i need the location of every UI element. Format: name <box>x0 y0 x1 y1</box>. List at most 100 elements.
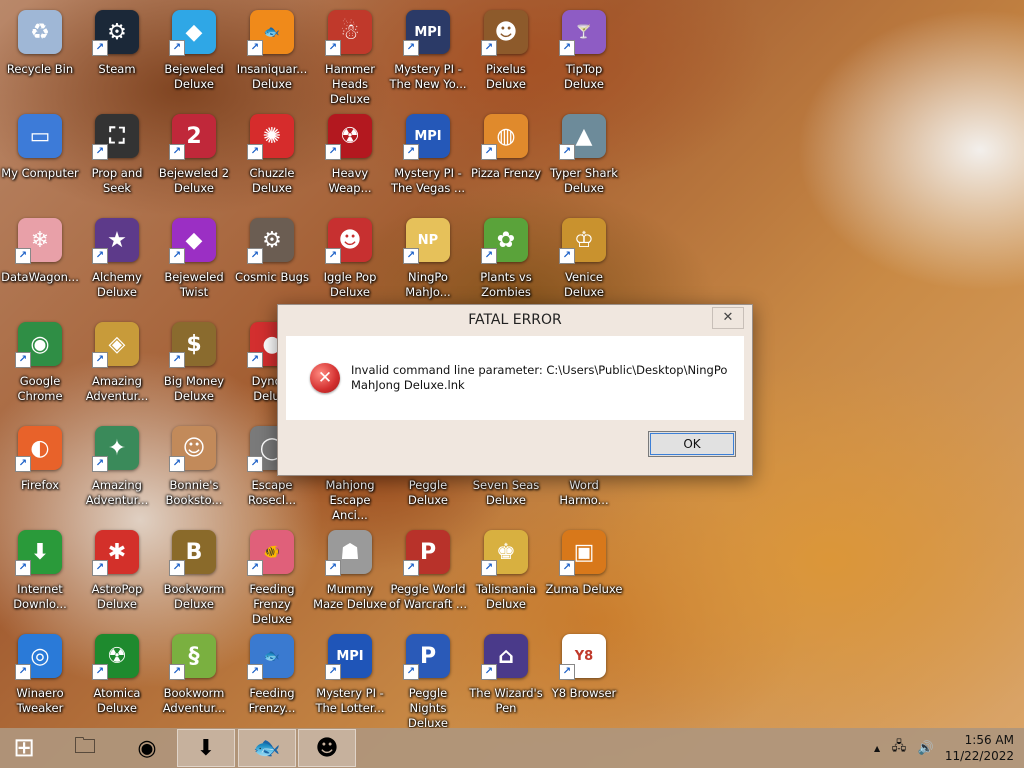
shortcut-arrow-icon: ↗ <box>403 40 419 56</box>
desktop-shortcut[interactable]: ♔ ↗ Venice Deluxe <box>545 212 623 312</box>
start-button[interactable]: ⊞ <box>0 729 48 767</box>
desktop-shortcut-label: Feeding Frenzy... <box>248 686 296 715</box>
fish-icon: 🐟 <box>253 735 281 761</box>
volume-icon[interactable]: 🔊 <box>918 741 934 756</box>
shortcut-arrow-icon: ↗ <box>92 352 108 368</box>
desktop-shortcut-label: Chuzzle Deluxe <box>249 166 295 195</box>
shortcut-arrow-icon: ↗ <box>481 560 497 576</box>
shortcut-arrow-icon: ↗ <box>247 248 263 264</box>
desktop-shortcut-label: Bejeweled 2 Deluxe <box>158 166 230 195</box>
desktop-shortcut[interactable]: ♻ Recycle Bin <box>1 4 79 104</box>
desktop-shortcut[interactable]: ✱ ↗ AstroPop Deluxe <box>78 524 156 624</box>
desktop-shortcut-label: Steam <box>98 62 136 76</box>
desktop-shortcut[interactable]: ◍ ↗ Pizza Frenzy <box>467 108 545 208</box>
desktop-shortcut[interactable]: ☻ ↗ Iggle Pop Deluxe <box>311 212 389 312</box>
desktop-shortcut[interactable]: NP ↗ NingPo MahJo... <box>389 212 467 312</box>
clock-date: 11/22/2022 <box>944 749 1014 763</box>
internet-download-manager-taskbar-button[interactable]: ⬇ <box>177 729 235 767</box>
desktop-shortcut[interactable]: 🍸 ↗ TipTop Deluxe <box>545 4 623 104</box>
desktop-shortcut-label: Venice Deluxe <box>564 270 604 299</box>
desktop-shortcut[interactable]: ❄ ↗ DataWagon... <box>1 212 79 312</box>
system-tray: ▲ 🖧 🔊 <box>874 728 934 768</box>
desktop-shortcut[interactable]: $ ↗ Big Money Deluxe <box>155 316 233 416</box>
shortcut-arrow-icon: ↗ <box>481 248 497 264</box>
desktop-shortcut[interactable]: ✦ ↗ Amazing Adventur... <box>78 420 156 520</box>
taskbar: ⊞ 🗀 ◉ ⬇ 🐟 ☻ ▲ 🖧 🔊 1:56 AM 11/22/2022 <box>0 728 1024 768</box>
desktop-shortcut[interactable]: 2 ↗ Bejeweled 2 Deluxe <box>155 108 233 208</box>
desktop-shortcut[interactable]: Y8 ↗ Y8 Browser <box>545 628 623 728</box>
clock[interactable]: 1:56 AM 11/22/2022 <box>945 732 1014 764</box>
desktop-shortcut-label: Peggle Nights Deluxe <box>408 686 448 730</box>
desktop-shortcut-label: Heavy Weap... <box>328 166 372 195</box>
desktop-shortcut[interactable]: ⛶ ↗ Prop and Seek <box>78 108 156 208</box>
desktop-shortcut[interactable]: ⚙ ↗ Cosmic Bugs <box>233 212 311 312</box>
desktop-shortcut-label: Word Harmo... <box>559 478 609 507</box>
desktop-shortcut[interactable]: ☺ ↗ Bonnie's Booksto... <box>155 420 233 520</box>
desktop-shortcut-label: Mahjong Escape Anci... <box>325 478 375 522</box>
desktop-shortcut[interactable]: ⚙ ↗ Steam <box>78 4 156 104</box>
desktop-shortcut[interactable]: 🐠 ↗ Feeding Frenzy Deluxe <box>233 524 311 626</box>
desktop-shortcut[interactable]: MPI ↗ Mystery PI - The Lotter... <box>311 628 389 728</box>
shortcut-arrow-icon: ↗ <box>92 144 108 160</box>
desktop-shortcut-label: Winaero Tweaker <box>16 686 64 715</box>
desktop-shortcut-label: Internet Downlo... <box>13 582 67 611</box>
desktop-shortcut[interactable]: 🐟 ↗ Insaniquar... Deluxe <box>233 4 311 104</box>
shortcut-arrow-icon: ↗ <box>169 560 185 576</box>
desktop-shortcut-label: Atomica Deluxe <box>93 686 141 715</box>
shortcut-arrow-icon: ↗ <box>559 144 575 160</box>
desktop-shortcut[interactable]: ✿ ↗ Plants vs Zombies <box>467 212 545 312</box>
desktop-shortcut-label: Big Money Deluxe <box>163 374 225 403</box>
desktop-shortcut[interactable]: ⌂ ↗ The Wizard's Pen <box>467 628 545 728</box>
network-icon[interactable]: 🖧 <box>892 737 907 759</box>
desktop-shortcut[interactable]: ◉ ↗ Google Chrome <box>1 316 79 416</box>
pixelus-taskbar-button[interactable]: ☻ <box>298 729 356 767</box>
desktop-shortcut[interactable]: ☻ ↗ Pixelus Deluxe <box>467 4 545 104</box>
shortcut-arrow-icon: ↗ <box>15 248 31 264</box>
desktop-shortcut[interactable]: ♚ ↗ Talismania Deluxe <box>467 524 545 624</box>
desktop-shortcut[interactable]: 🐟 ↗ Feeding Frenzy... <box>233 628 311 728</box>
shortcut-arrow-icon: ↗ <box>325 144 341 160</box>
close-icon[interactable]: ✕ <box>712 307 744 329</box>
desktop-shortcut[interactable]: ◈ ↗ Amazing Adventur... <box>78 316 156 416</box>
desktop-shortcut[interactable]: ☢ ↗ Atomica Deluxe <box>78 628 156 728</box>
desktop-shortcut[interactable]: ☗ ↗ Mummy Maze Deluxe <box>311 524 389 624</box>
desktop-shortcut[interactable]: ▲ ↗ Typer Shark Deluxe <box>545 108 623 208</box>
desktop-shortcut[interactable]: P ↗ Peggle Nights Deluxe <box>389 628 467 730</box>
shortcut-arrow-icon: ↗ <box>247 456 263 472</box>
shortcut-arrow-icon: ↗ <box>559 664 575 680</box>
windows-logo-icon: ⊞ <box>13 733 35 763</box>
dialog-body: ✕ Invalid command line parameter: C:\Use… <box>286 336 744 420</box>
desktop-shortcut[interactable]: ⬇ ↗ Internet Downlo... <box>1 524 79 624</box>
desktop-shortcut[interactable]: ◆ ↗ Bejeweled Twist <box>155 212 233 312</box>
file-explorer-taskbar-button[interactable]: 🗀 <box>56 729 114 767</box>
desktop-shortcut[interactable]: ◐ ↗ Firefox <box>1 420 79 520</box>
desktop-shortcut-label: Bejeweled Twist <box>164 270 224 299</box>
desktop-shortcut[interactable]: § ↗ Bookworm Adventur... <box>155 628 233 728</box>
ok-button[interactable]: OK <box>648 431 736 457</box>
desktop-shortcut-label: Zuma Deluxe <box>545 582 623 596</box>
desktop-shortcut[interactable]: ☃ ↗ Hammer Heads Deluxe <box>311 4 389 106</box>
desktop-shortcut[interactable]: MPI ↗ Mystery PI - The New Yo... <box>389 4 467 104</box>
desktop-shortcut-label: Plants vs Zombies <box>480 270 532 299</box>
desktop-shortcut[interactable]: ☢ ↗ Heavy Weap... <box>311 108 389 208</box>
shortcut-arrow-icon: ↗ <box>403 664 419 680</box>
desktop-shortcut-label: Feeding Frenzy Deluxe <box>249 582 295 626</box>
desktop-shortcut[interactable]: ▭ My Computer <box>1 108 79 208</box>
insaniquarium-taskbar-button[interactable]: 🐟 <box>238 729 296 767</box>
desktop-shortcut[interactable]: ▣ ↗ Zuma Deluxe <box>545 524 623 624</box>
shortcut-arrow-icon: ↗ <box>403 248 419 264</box>
desktop-shortcut-label: TipTop Deluxe <box>564 62 604 91</box>
desktop-shortcut[interactable]: ✺ ↗ Chuzzle Deluxe <box>233 108 311 208</box>
desktop-shortcut[interactable]: ◎ ↗ Winaero Tweaker <box>1 628 79 728</box>
desktop-shortcut[interactable]: ◆ ↗ Bejeweled Deluxe <box>155 4 233 104</box>
chrome-taskbar-button[interactable]: ◉ <box>118 729 176 767</box>
shortcut-arrow-icon: ↗ <box>247 144 263 160</box>
desktop-shortcut[interactable]: MPI ↗ Mystery PI - The Vegas ... <box>389 108 467 208</box>
desktop-shortcut-label: Insaniquar... Deluxe <box>236 62 308 91</box>
desktop-shortcut[interactable]: P ↗ Peggle World of Warcraft ... <box>389 524 467 624</box>
desktop-shortcut[interactable]: ★ ↗ Alchemy Deluxe <box>78 212 156 312</box>
shortcut-arrow-icon: ↗ <box>403 560 419 576</box>
desktop-shortcut[interactable]: B ↗ Bookworm Deluxe <box>155 524 233 624</box>
show-hidden-icons-chevron-icon[interactable]: ▲ <box>874 744 880 753</box>
shortcut-arrow-icon: ↗ <box>559 40 575 56</box>
